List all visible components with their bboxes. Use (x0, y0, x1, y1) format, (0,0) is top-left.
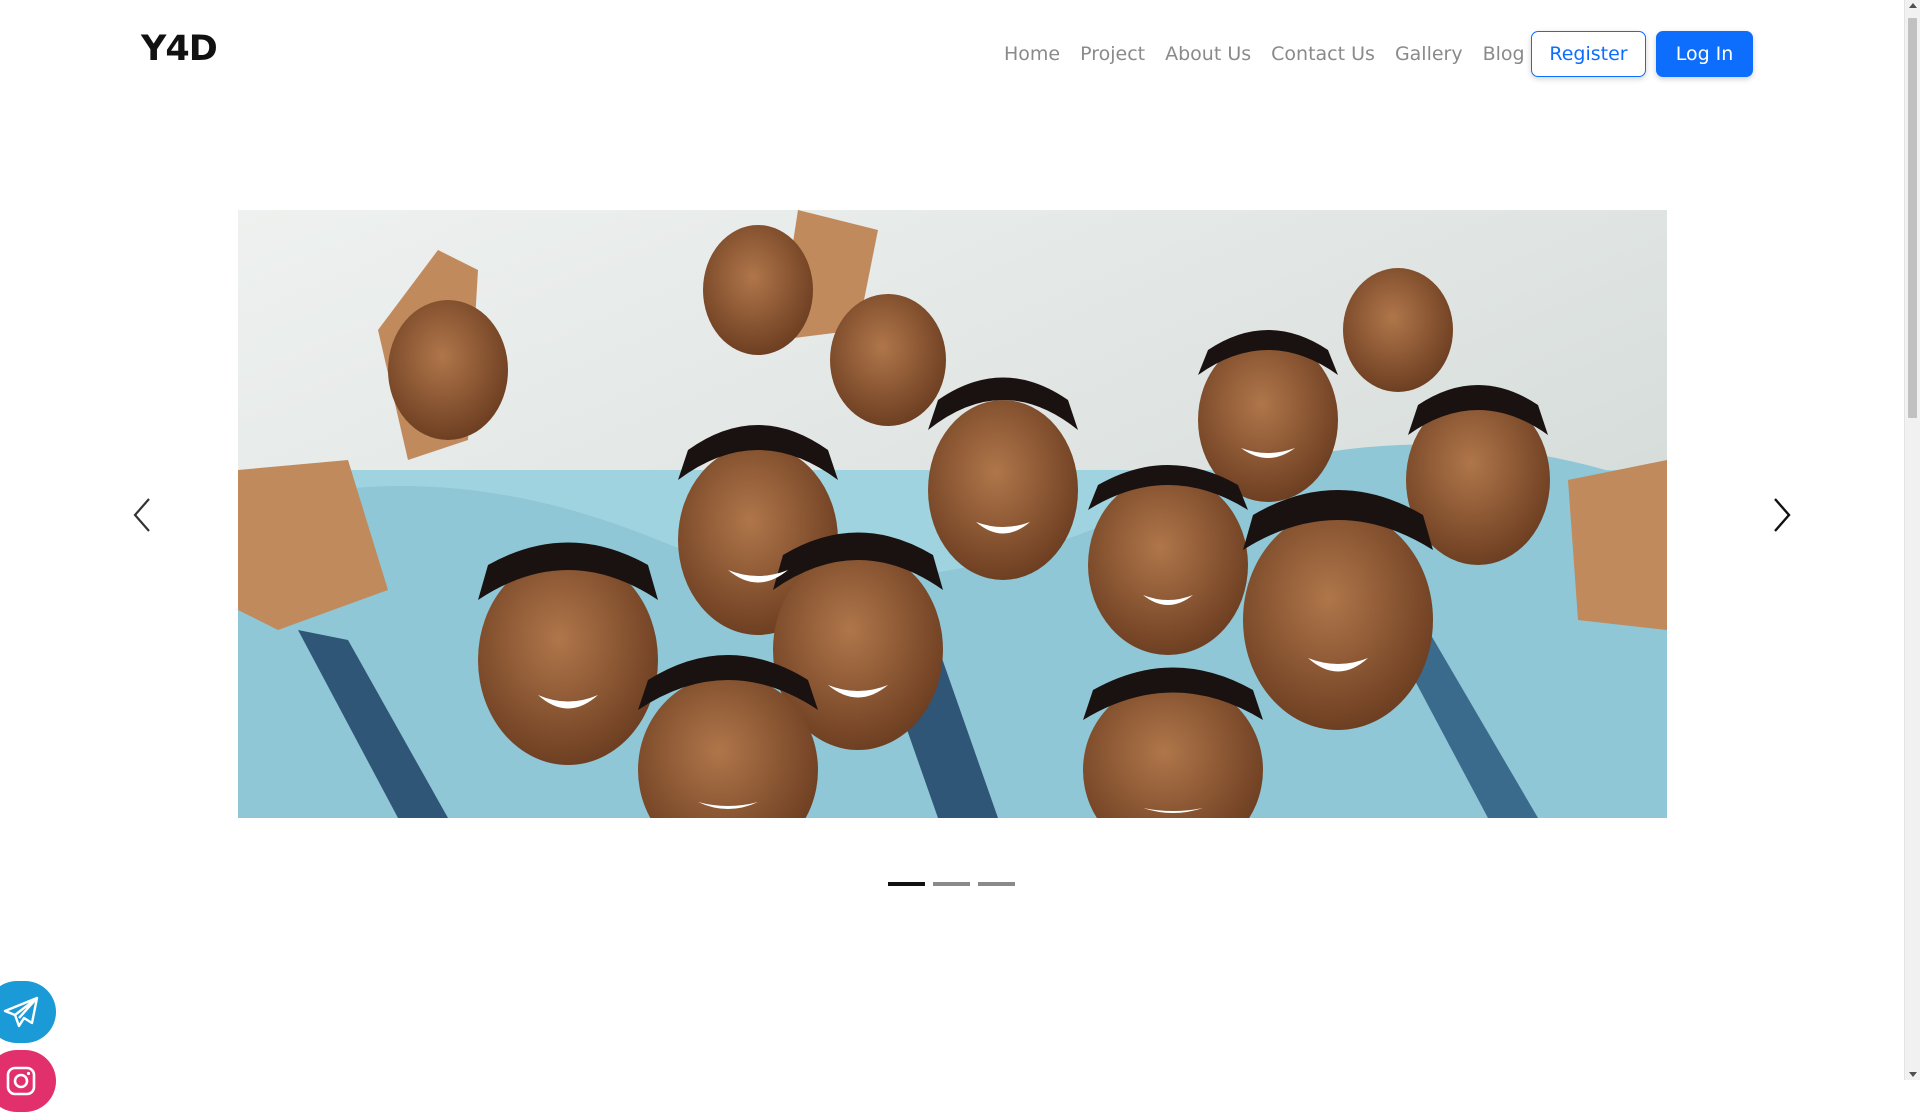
scroll-down-icon[interactable] (1909, 1072, 1917, 1077)
telegram-icon (3, 996, 39, 1028)
main-nav: Home Project About Us Contact Us Gallery… (994, 38, 1535, 70)
carousel-next-button[interactable] (1762, 490, 1802, 540)
nav-blog[interactable]: Blog (1473, 38, 1535, 70)
nav-home[interactable]: Home (994, 38, 1070, 70)
carousel-indicators (888, 882, 1015, 886)
page-scrollbar[interactable] (1904, 0, 1920, 1080)
carousel-indicator-1[interactable] (888, 882, 925, 886)
carousel-slide-image (238, 210, 1667, 818)
instagram-button[interactable] (0, 1050, 56, 1112)
instagram-icon (6, 1066, 36, 1096)
nav-about-us[interactable]: About Us (1155, 38, 1261, 70)
carousel-prev-button[interactable] (122, 490, 162, 540)
chevron-left-icon (133, 498, 150, 532)
hero-carousel (110, 160, 1810, 900)
site-header: Y4D Home Project About Us Contact Us Gal… (0, 0, 1900, 110)
scroll-up-icon[interactable] (1909, 3, 1917, 8)
login-button[interactable]: Log In (1656, 31, 1753, 77)
chevron-right-icon (1774, 498, 1791, 532)
schoolchildren-photo (238, 210, 1667, 818)
carousel-indicator-2[interactable] (933, 882, 970, 886)
carousel-indicator-3[interactable] (978, 882, 1015, 886)
scroll-thumb[interactable] (1908, 18, 1917, 418)
site-logo[interactable]: Y4D (141, 29, 218, 69)
nav-contact-us[interactable]: Contact Us (1261, 38, 1385, 70)
telegram-button[interactable] (0, 981, 56, 1043)
nav-project[interactable]: Project (1070, 38, 1155, 70)
nav-gallery[interactable]: Gallery (1385, 38, 1473, 70)
register-button[interactable]: Register (1531, 31, 1646, 77)
